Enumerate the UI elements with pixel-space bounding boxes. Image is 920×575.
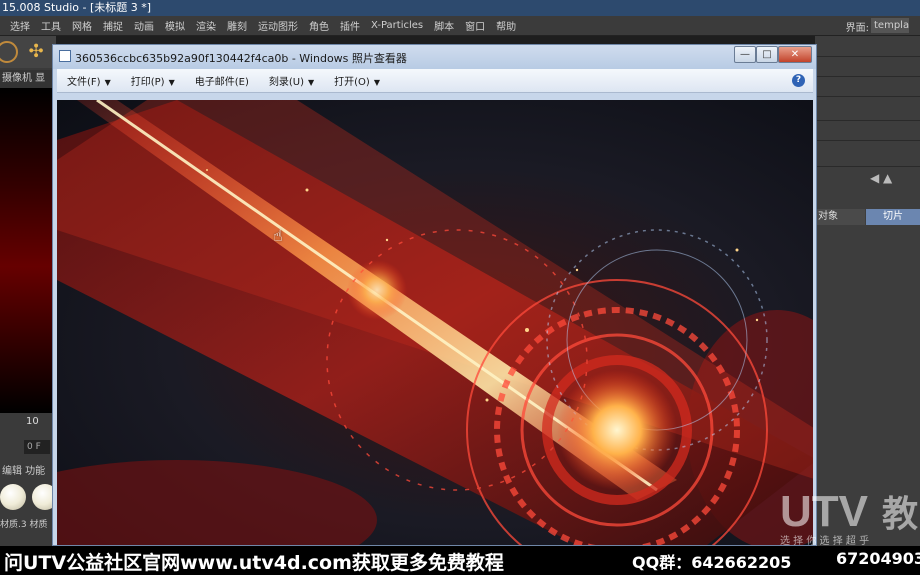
menu-item[interactable]: X-Particles <box>371 20 423 31</box>
menu-item[interactable]: 捕捉 <box>103 18 123 33</box>
viewport-tabs[interactable]: 摄像机 显 <box>0 70 56 88</box>
chevron-down-icon: ▼ <box>373 78 380 87</box>
photo-viewer-window: 360536ccbc635b92a90f130442f4ca0b - Windo… <box>52 44 817 546</box>
app-menu-bar: 选择 工具 网格 捕捉 动画 模拟 渲染 雕刻 运动图形 角色 插件 X-Par… <box>0 16 920 36</box>
utv-watermark: UTV 教 选 择 你 选 择 超 乎 <box>780 487 918 546</box>
menu-file[interactable]: 文件(F) ▼ <box>67 73 111 88</box>
menu-item[interactable]: 渲染 <box>196 18 216 33</box>
hand-cursor-icon: ☝ <box>273 226 283 245</box>
menu-item[interactable]: 运动图形 <box>258 18 298 33</box>
viewport[interactable] <box>0 88 56 413</box>
window-title-bar[interactable]: 360536ccbc635b92a90f130442f4ca0b - Windo… <box>53 45 816 69</box>
photo-artwork <box>57 100 813 545</box>
menu-item[interactable]: 动画 <box>134 18 154 33</box>
menu-item[interactable]: 选择 <box>10 18 30 33</box>
maximize-button[interactable]: □ <box>756 46 778 63</box>
app-title-bar: 15.008 Studio - [未标题 3 *] <box>0 0 920 16</box>
chevron-down-icon: ▼ <box>307 78 315 87</box>
menu-print[interactable]: 打印(P) ▼ <box>131 73 175 88</box>
tool-bar: ✣ <box>0 36 56 68</box>
move-icon[interactable]: ✣ <box>26 42 46 62</box>
watermark-slogan: 选 择 你 选 择 超 乎 <box>780 534 869 546</box>
menu-open[interactable]: 打开(O) ▼ <box>334 73 380 88</box>
photo-viewer-menu: 文件(F) ▼ 打印(P) ▼ 电子邮件(E) 刻录(U) ▼ 打开(O) ▼ ? <box>57 69 813 93</box>
frame-field[interactable]: 0 F <box>24 440 50 454</box>
material-tabs[interactable]: 编辑 功能 <box>0 463 56 481</box>
menu-item[interactable]: 窗口 <box>465 18 485 33</box>
material-swatch[interactable] <box>0 484 26 510</box>
menu-item[interactable]: 模拟 <box>165 18 185 33</box>
watermark-brand-suffix: 教 <box>882 494 918 535</box>
menu-item[interactable]: 工具 <box>41 18 61 33</box>
menu-item[interactable]: 帮助 <box>496 18 516 33</box>
tab-slice[interactable]: 切片 <box>866 209 920 225</box>
watermark-brand: UTV <box>780 487 869 536</box>
menu-email[interactable]: 电子邮件(E) <box>195 73 249 88</box>
menu-item[interactable]: 雕刻 <box>227 18 247 33</box>
layout-label: 界面: <box>845 23 869 34</box>
material-label: 材质.3 材质 <box>0 520 48 530</box>
attributes-panel <box>815 36 920 546</box>
banner-qq-text: QQ群：642662205 <box>632 553 792 572</box>
chevron-down-icon: ▼ <box>168 78 175 87</box>
photo-image[interactable]: ☝ <box>57 100 813 545</box>
arrow-select-icon[interactable] <box>0 41 18 63</box>
timeline-frame-number: 10 <box>26 416 39 427</box>
banner-website-text: 问UTV公益社区官网www.utv4d.com获取更多免费教程 <box>4 552 504 574</box>
app-icon <box>59 50 71 62</box>
menu-item[interactable]: 插件 <box>340 18 360 33</box>
help-icon[interactable]: ? <box>792 74 805 87</box>
chevron-down-icon: ▼ <box>104 78 111 87</box>
close-button[interactable]: ✕ <box>778 46 812 63</box>
tab-object[interactable]: 对象 <box>815 209 865 225</box>
layout-select[interactable]: template <box>871 18 909 33</box>
menu-item[interactable]: 角色 <box>309 18 329 33</box>
window-title: 360536ccbc635b92a90f130442f4ca0b - Windo… <box>75 52 407 65</box>
menu-item[interactable]: 网格 <box>72 18 92 33</box>
minimize-button[interactable]: — <box>734 46 756 63</box>
banner-qq-text-2: 67204903 <box>836 549 920 568</box>
menu-burn[interactable]: 刻录(U) ▼ <box>269 73 314 88</box>
menu-item[interactable]: 脚本 <box>434 18 454 33</box>
nav-arrows-icon[interactable]: ◀ ▲ <box>870 171 892 185</box>
